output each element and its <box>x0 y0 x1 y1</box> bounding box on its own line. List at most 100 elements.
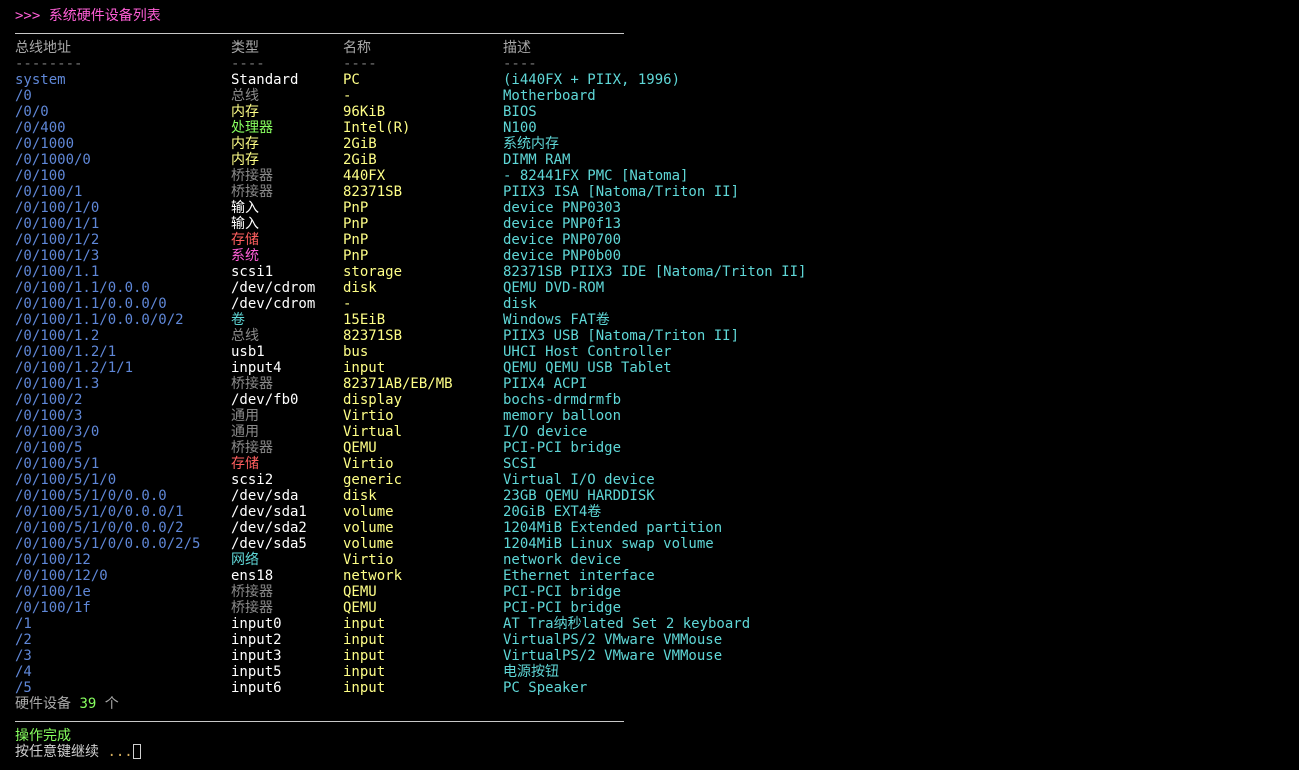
cell-description: Virtual I/O device <box>503 472 655 488</box>
cell-description: device PNP0b00 <box>503 248 622 264</box>
cell-name: 440FX <box>343 168 386 184</box>
cell-bus-address: /0/100/1/2 <box>15 232 100 248</box>
table-row: /0/100/12 网络 Virtio network device <box>15 552 1299 568</box>
cell-description: - 82441FX PMC [Natoma] <box>503 168 689 184</box>
cell-bus-address: /0/100/5/1/0/0.0.0/2/5 <box>15 536 201 552</box>
table-row: /1 input0 input AT Tra纳秒lated Set 2 keyboar… <box>15 616 1299 632</box>
cell-name: PnP <box>343 232 369 248</box>
cell-description: network device <box>503 552 622 568</box>
cell-bus-address: /0/100/1f <box>15 600 91 616</box>
cell-description: QEMU DVD-ROM <box>503 280 605 296</box>
cell-name: input <box>343 616 386 632</box>
summary-prefix: 硬件设备 <box>15 696 80 712</box>
cell-bus-address: /0/100/5 <box>15 440 83 456</box>
column-header-description: 描述 <box>503 40 531 56</box>
cell-name: volume <box>343 504 394 520</box>
table-row: /0/100/1e 桥接器 QEMU PCI-PCI bridge <box>15 584 1299 600</box>
table-row: /0/100/5/1/0/0.0.0/1/dev/sda1 volume 20GiB… <box>15 504 1299 520</box>
cell-bus-address: /0/100/1 <box>15 184 83 200</box>
table-row: /0/100/1 桥接器 82371SB PIIX3 ISA [Natoma/Trit… <box>15 184 1299 200</box>
cell-bus-address: system <box>15 72 66 88</box>
cell-bus-address: /2 <box>15 632 32 648</box>
cell-bus-address: /0/100/5/1 <box>15 456 100 472</box>
cell-name: display <box>343 392 403 408</box>
cell-description: N100 <box>503 120 537 136</box>
table-row: /0/100/1.1/0.0.0/0/dev/cdrom - disk <box>15 296 1299 312</box>
cell-type: 桥接器 <box>231 168 273 184</box>
cell-type: ens18 <box>231 568 274 584</box>
cell-name: volume <box>343 536 394 552</box>
underline-type: ---- <box>231 56 265 72</box>
table-row: /0/1000/0 内存 2GiB DIMM RAM <box>15 152 1299 168</box>
cell-type: /dev/cdrom <box>231 296 316 312</box>
cell-type: input0 <box>231 616 282 632</box>
cell-description: memory balloon <box>503 408 622 424</box>
table-row: /0/100/1.1/0.0.0/0/2 卷 15EiB Windows FAT卷 <box>15 312 1299 328</box>
prompt-dots: ... <box>107 744 133 760</box>
table-row: /0/100/2/dev/fb0 display bochs-drmdrmfb <box>15 392 1299 408</box>
table-row: /0/100/5 桥接器 QEMU PCI-PCI bridge <box>15 440 1299 456</box>
table-row: /0/100/5/1/0 scsi2 generic Virtual I/O devi… <box>15 472 1299 488</box>
cell-bus-address: /0/400 <box>15 120 66 136</box>
cell-description: 1204MiB Extended partition <box>503 520 723 536</box>
table-row: /0/100/1f 桥接器 QEMU PCI-PCI bridge <box>15 600 1299 616</box>
column-header-name: 名称 <box>343 40 371 56</box>
cell-name: network <box>343 568 403 584</box>
terminal-window[interactable]: >>> 系统硬件设备列表 总线地址 类型 名称 描述 -------- ----… <box>0 0 1299 770</box>
cell-type: input5 <box>231 664 282 680</box>
cell-type: 内存 <box>231 136 259 152</box>
cell-description: PIIX3 ISA [Natoma/Triton II] <box>503 184 740 200</box>
cell-name: PnP <box>343 248 369 264</box>
cell-description: 23GB QEMU HARDDISK <box>503 488 655 504</box>
cell-type: 桥接器 <box>231 184 273 200</box>
cell-description: PCI-PCI bridge <box>503 584 622 600</box>
table-header-underline: -------- ---- ---- ---- <box>15 56 1299 72</box>
cell-description: UHCI Host Controller <box>503 344 672 360</box>
cell-type: 输入 <box>231 200 259 216</box>
cell-type: 卷 <box>231 312 245 328</box>
cell-description: SCSI <box>503 456 537 472</box>
cell-bus-address: /0/100/2 <box>15 392 83 408</box>
cell-type: /dev/sda <box>231 488 299 504</box>
table-row: /0/100/1.1 scsi1 storage 82371SB PIIX3 IDE … <box>15 264 1299 280</box>
cell-name: Virtio <box>343 552 394 568</box>
table-row: /4 input5 input 电源按钮 <box>15 664 1299 680</box>
cell-type: /dev/fb0 <box>231 392 299 408</box>
cell-description: bochs-drmdrmfb <box>503 392 622 408</box>
table-row: /0/100/1.2/1/1 input4 input QEMU QEMU USB T… <box>15 360 1299 376</box>
table-row: /0/100/1.2 总线 82371SB PIIX3 USB [Natoma/Tri… <box>15 328 1299 344</box>
cell-bus-address: /0/0 <box>15 104 49 120</box>
cell-description: PCI-PCI bridge <box>503 440 622 456</box>
underline-description: ---- <box>503 56 537 72</box>
cell-type: 系统 <box>231 248 259 264</box>
cell-name: 2GiB <box>343 152 377 168</box>
top-divider <box>15 24 1299 40</box>
table-row: /0/100/1/2 存储 PnP device PNP0700 <box>15 232 1299 248</box>
table-row: /2 input2 input VirtualPS/2 VMware VMMouse <box>15 632 1299 648</box>
cell-type: input4 <box>231 360 282 376</box>
cell-name: input <box>343 360 386 376</box>
cell-description: Windows FAT卷 <box>503 312 610 328</box>
cell-type: 通用 <box>231 424 259 440</box>
cell-description: 82371SB PIIX3 IDE [Natoma/Triton II] <box>503 264 807 280</box>
cell-name: volume <box>343 520 394 536</box>
cell-name: disk <box>343 280 377 296</box>
cell-name: 15EiB <box>343 312 386 328</box>
cell-description: Motherboard <box>503 88 596 104</box>
cell-bus-address: /0/100/1.2/1 <box>15 344 117 360</box>
cell-type: input3 <box>231 648 282 664</box>
table-row: /0/100/1.3 桥接器 82371AB/EB/MB PIIX4 ACPI <box>15 376 1299 392</box>
table-row: /0/100/1.1/0.0.0/dev/cdrom disk QEMU DVD-R… <box>15 280 1299 296</box>
column-header-type: 类型 <box>231 40 259 56</box>
cell-type: /dev/sda1 <box>231 504 307 520</box>
text-cursor[interactable] <box>132 744 141 759</box>
underline-bus-address: -------- <box>15 56 83 72</box>
cell-bus-address: /0/100/1.3 <box>15 376 100 392</box>
cell-type: scsi2 <box>231 472 274 488</box>
cell-bus-address: /4 <box>15 664 32 680</box>
device-count-summary: 硬件设备 39 个 <box>15 696 1299 712</box>
cell-bus-address: /0/100/1.1/0.0.0/0/2 <box>15 312 184 328</box>
cell-bus-address: /0/100/1/0 <box>15 200 100 216</box>
table-row: /0/100/5/1/0/0.0.0/2/5/dev/sda5 volume 120… <box>15 536 1299 552</box>
cell-name: bus <box>343 344 369 360</box>
